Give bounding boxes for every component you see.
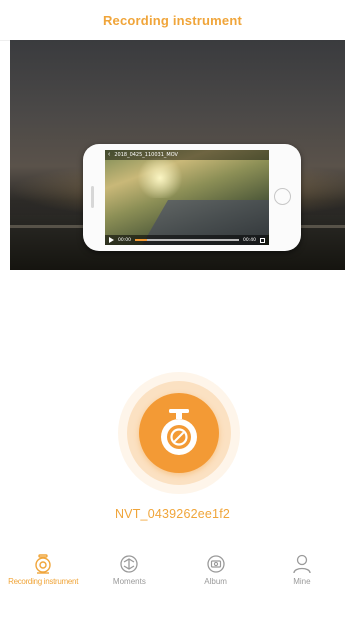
- dashcam-icon: [161, 409, 197, 455]
- tab-recording-instrument[interactable]: Recording instrument: [0, 548, 86, 600]
- back-arrow-icon: ‹: [108, 151, 111, 158]
- person-icon: [293, 554, 311, 574]
- video-time-total: 00:40: [243, 237, 256, 243]
- fullscreen-icon: [260, 237, 265, 243]
- video-progress-fill: [134, 239, 148, 241]
- tab-mine[interactable]: Mine: [259, 548, 345, 600]
- recorder-icon: [35, 554, 51, 574]
- banner-carousel[interactable]: ‹ 2018_0425_110031_MOV 00:00 00:40: [10, 40, 345, 270]
- video-controls: 00:00 00:40: [105, 235, 269, 245]
- moments-icon: [120, 555, 139, 573]
- header: Recording instrument: [0, 0, 345, 41]
- tab-label: Moments: [112, 577, 146, 586]
- tab-album[interactable]: Album: [173, 548, 259, 600]
- app-root: Recording instrument ‹ 2018_0425_110031_…: [0, 0, 345, 621]
- video-topbar: ‹ 2018_0425_110031_MOV: [105, 150, 269, 160]
- tab-label: Album: [204, 577, 227, 586]
- phone-speaker: [91, 186, 94, 208]
- album-icon: [206, 555, 225, 573]
- tab-bar: Recording instrument Moments Album Mine: [0, 548, 345, 600]
- page-title: Recording instrument: [102, 12, 243, 28]
- video-progress-bar: [134, 239, 240, 241]
- device-name[interactable]: NVT_0439262ee1f2: [0, 507, 345, 521]
- video-time-current: 00:00: [118, 237, 131, 243]
- phone-screen: ‹ 2018_0425_110031_MOV 00:00 00:40: [105, 150, 269, 245]
- play-icon: [109, 237, 114, 243]
- tab-label: Recording instrument: [8, 577, 79, 586]
- connect-device-button[interactable]: [139, 393, 219, 473]
- phone-home-button: [274, 188, 291, 205]
- tab-moments[interactable]: Moments: [86, 548, 172, 600]
- video-filename: 2018_0425_110031_MOV: [114, 152, 178, 158]
- banner-phone-illustration: ‹ 2018_0425_110031_MOV 00:00 00:40: [83, 144, 301, 251]
- phone-screen-sun: [135, 158, 185, 198]
- tab-label: Mine: [293, 577, 311, 586]
